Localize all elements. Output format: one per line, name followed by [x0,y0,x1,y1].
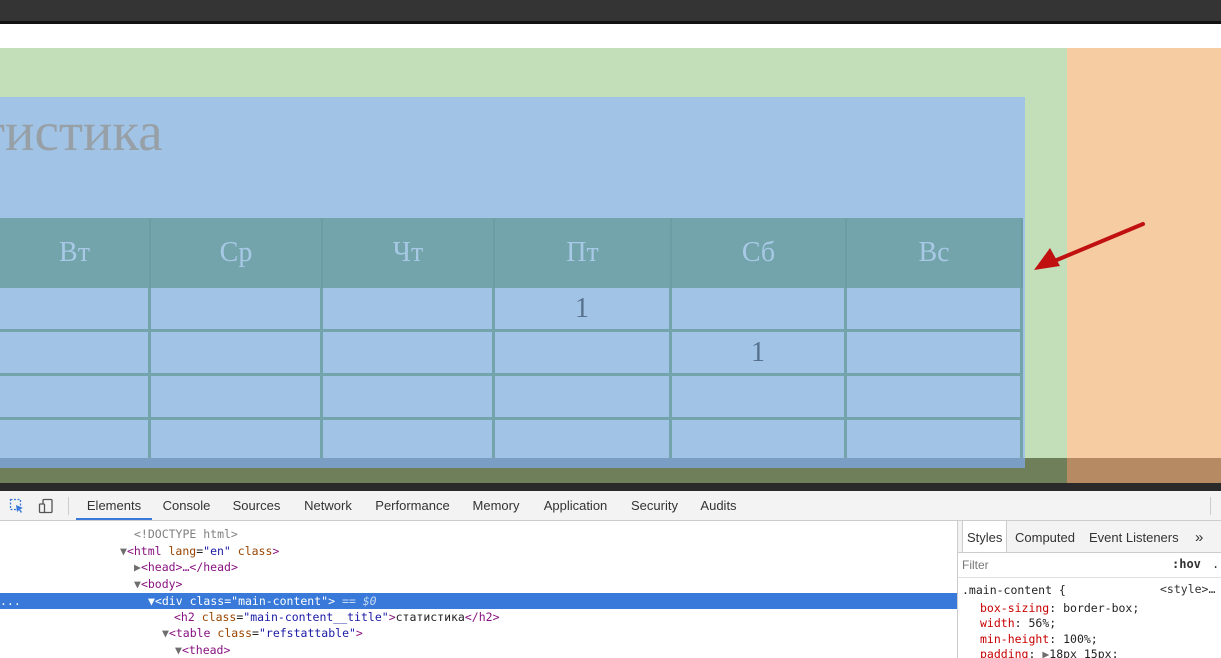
table-cell [672,288,847,332]
table-cell [323,288,495,332]
dom-html-text: ▼<html lang="en" class> [120,544,280,558]
table-header-row: Вт Ср Чт Пт Сб Вс [0,218,1023,288]
tab-security[interactable]: Security [624,491,685,520]
orange-area-bottom-edge [1067,458,1221,483]
table-cell [0,332,151,376]
arrow-shaft [1050,222,1145,264]
expand-triangle-icon[interactable]: ▼ [175,643,182,657]
tab-memory[interactable]: Memory [466,491,526,520]
table-cell [323,332,495,376]
table-cell [0,288,151,332]
table-cell [0,376,151,420]
doctype-text: <!DOCTYPE html> [134,527,238,541]
expand-triangle-icon[interactable]: ▼ [120,544,127,558]
table-cell: 1 [672,332,847,376]
main-content-highlight: атистика Вт Ср Чт Пт Сб Вс 1 [0,97,1025,468]
header-cell-thu: Чт [323,218,495,288]
more-tabs-chevron-icon[interactable]: » [1195,521,1203,552]
page-viewport: атистика Вт Ср Чт Пт Сб Вс 1 [0,48,1221,483]
styles-sidebar: Styles Computed Event Listeners » :hov .… [958,521,1221,658]
dom-node-body[interactable]: ▼<body> [0,576,957,592]
elements-dom-tree: <!DOCTYPE html> ▼<html lang="en" class> … [0,521,957,658]
table-cell: 1 [495,288,672,332]
css-declaration[interactable]: min-height: 100%; [980,631,1098,647]
header-cell-wed: Ср [151,218,323,288]
device-toggle-icon[interactable] [38,498,54,514]
tab-console[interactable]: Console [155,491,218,520]
css-rule-source-link[interactable]: <style>… [1160,582,1215,596]
toolbar-separator [68,497,69,515]
expand-triangle-icon[interactable]: ▼ [148,594,155,608]
table-cell [151,376,323,420]
dom-node-table[interactable]: ▼<table class="refstattable"> [0,625,957,641]
css-declaration[interactable]: box-sizing: border-box; [980,600,1139,616]
tab-computed[interactable]: Computed [1015,521,1075,552]
styles-filter-input[interactable] [962,556,1152,574]
page-title: атистика [0,101,163,162]
table-cell [847,288,1023,332]
tab-application[interactable]: Application [537,491,614,520]
css-declaration[interactable]: padding: ▶18px 15px; [980,646,1119,658]
header-cell-sat: Сб [672,218,847,288]
devtools-toolbar: Elements Console Sources Network Perform… [0,491,1221,521]
css-rule-selector: .main-content { [962,583,1066,597]
page-top-gap [0,24,1221,48]
dom-table-text: ▼<table class="refstattable"> [162,626,363,640]
styles-tabbar: Styles Computed Event Listeners » [958,521,1221,553]
browser-top-bar [0,0,1221,21]
tab-audits[interactable]: Audits [694,491,743,520]
dom-node-main-content-selected[interactable]: ... ▼<div class="main-content"> == $0 [0,593,957,609]
dom-head-text: ▶<head>…</head> [134,560,238,574]
main-content-bottom-edge [0,458,1025,468]
dom-node-thead[interactable]: ▼<thead> [0,642,957,658]
dom-thead-text: ▼<thead> [175,643,231,657]
table-cell [672,376,847,420]
devtools-top-border [0,483,1221,491]
css-declaration[interactable]: width: 56%; [980,615,1056,631]
table-cell [495,332,672,376]
table-cell [151,288,323,332]
tab-event-listeners[interactable]: Event Listeners [1089,521,1179,552]
tab-performance[interactable]: Performance [369,491,456,520]
expand-triangle-icon[interactable]: ▼ [134,577,141,591]
header-cell-tue: Вт [0,218,151,288]
table-row [0,376,1023,420]
dom-body-text: ▼<body> [134,577,183,591]
tab-styles[interactable]: Styles [962,521,1008,552]
table-cell [847,332,1023,376]
dom-node-html[interactable]: ▼<html lang="en" class> [0,543,957,559]
inspect-element-icon[interactable] [9,498,25,514]
tab-network[interactable]: Network [297,491,359,520]
header-cell-fri: Пт [495,218,672,288]
tab-elements[interactable]: Elements [76,491,152,520]
expand-triangle-icon[interactable]: ▼ [162,626,169,640]
table-row: 1 [0,288,1023,332]
table-cell [847,376,1023,420]
stats-table: Вт Ср Чт Пт Сб Вс 1 1 [0,218,1023,464]
toolbar-right-separator [1210,497,1211,515]
class-toggle[interactable]: . [1212,557,1219,571]
dom-node-head[interactable]: ▶<head>…</head> [0,559,957,575]
collapse-triangle-icon[interactable]: ▶ [134,560,141,574]
table-row: 1 [0,332,1023,376]
dom-ellipsis-icon[interactable]: ... [0,593,21,609]
red-arrow-annotation [1034,222,1145,270]
table-cell [151,332,323,376]
hover-state-toggle[interactable]: :hov [1172,557,1201,571]
header-cell-sun: Вс [847,218,1023,288]
dom-node-doctype[interactable]: <!DOCTYPE html> [0,526,957,542]
table-cell [495,376,672,420]
styles-filter-row: :hov . [958,553,1221,578]
dom-h2-text: <h2 class="main-content__title">статисти… [174,610,500,624]
arrow-head [1034,248,1060,270]
tab-sources[interactable]: Sources [225,491,288,520]
table-cell [323,376,495,420]
dom-node-h2[interactable]: <h2 class="main-content__title">статисти… [0,609,957,625]
dom-div-text: ▼<div class="main-content"> == $0 [148,594,377,608]
